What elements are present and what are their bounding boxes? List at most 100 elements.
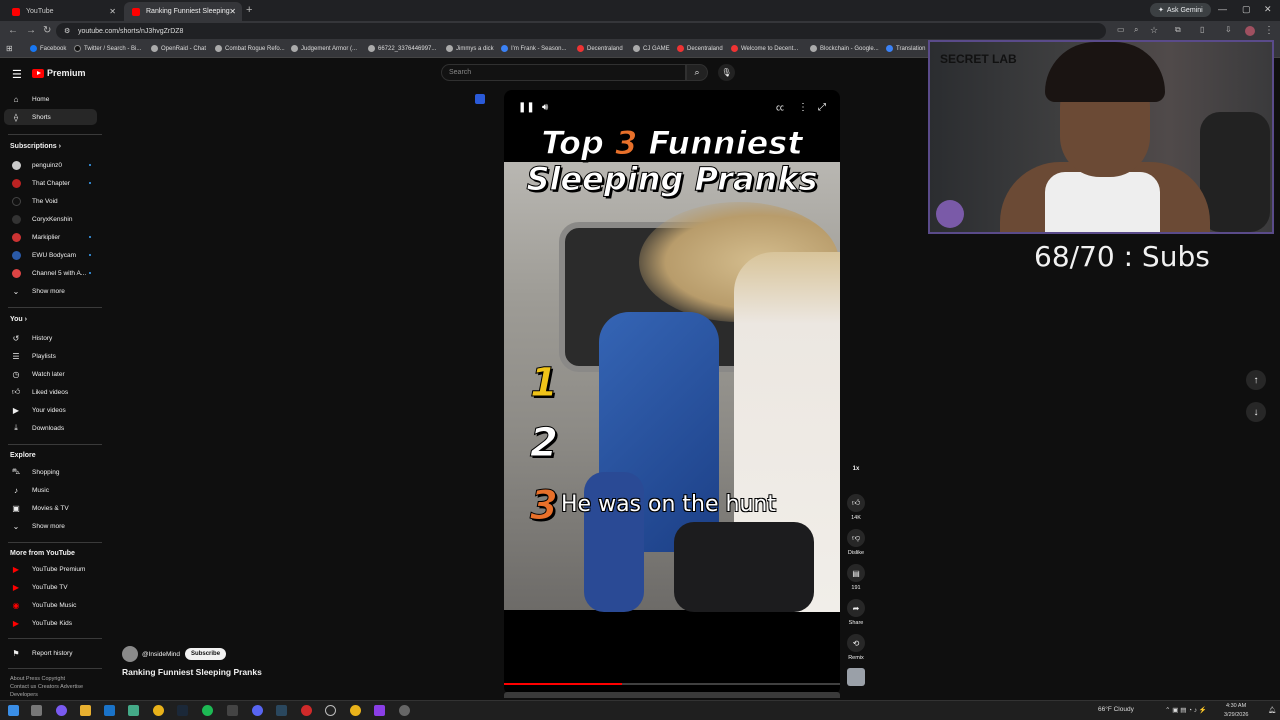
bookmark-item[interactable]: Combat Rogue Refo... [215, 45, 285, 52]
sidebar-item-subscription[interactable]: Markiplier [4, 229, 97, 245]
sidebar-item-shopping[interactable]: ⛍ Shopping [4, 464, 97, 480]
bookmark-item[interactable]: Decentraland [577, 45, 623, 52]
sidebar-item-your-videos[interactable]: ▶ Your videos [4, 402, 97, 418]
back-icon[interactable]: ← [8, 25, 18, 36]
app-grid-icon[interactable] [374, 705, 385, 716]
sidebar-icon[interactable]: ▯ [1200, 25, 1204, 34]
minimize-icon[interactable]: — [1218, 4, 1227, 14]
bookmark-item[interactable]: Jimmys a dick [446, 45, 494, 52]
sidebar-item-youtube-kids[interactable]: ▶ YouTube Kids [4, 615, 97, 631]
bookmark-item[interactable]: OpenRaid - Chat [151, 45, 206, 52]
next-short-button[interactable]: ↓ [1246, 402, 1266, 422]
subscribe-button[interactable]: Subscribe [185, 648, 227, 660]
store-icon[interactable] [128, 705, 139, 716]
sidebar-item-subscription[interactable]: EWU Bodycam [4, 247, 97, 263]
captions-icon[interactable]: ㏄ [776, 102, 784, 113]
sidebar-item-subscription[interactable]: That Chapter [4, 175, 97, 191]
sidebar-item-subscription[interactable]: The Void [4, 193, 97, 209]
sidebar-item-music[interactable]: ♪ Music [4, 482, 97, 498]
copilot-icon[interactable] [56, 705, 67, 716]
video-progress-bar[interactable] [504, 683, 840, 685]
subscriptions-heading[interactable]: Subscriptions › [10, 143, 61, 150]
sidebar-item-youtube-music[interactable]: ◉ YouTube Music [4, 597, 97, 613]
sidebar-item-downloads[interactable]: ⤓ Downloads [4, 420, 97, 436]
settings-icon[interactable] [399, 705, 410, 716]
sidebar-item-liked-videos[interactable]: 👍︎ Liked videos [4, 384, 97, 400]
chrome-active-icon[interactable] [350, 705, 361, 716]
volume-icon[interactable]: 🔊︎ [542, 102, 548, 113]
close-window-icon[interactable]: ✕ [1264, 4, 1272, 15]
bookmark-item[interactable]: Facebook [30, 45, 66, 52]
youtube-premium-logo[interactable]: Premium [32, 68, 86, 78]
cast-icon[interactable]: ▭ [1117, 25, 1125, 34]
site-info-icon[interactable]: ⚙ [64, 27, 70, 35]
downloads-icon[interactable]: ⇩ [1225, 25, 1232, 34]
close-tab-icon[interactable]: ✕ [109, 7, 116, 16]
clock-date[interactable]: 3/29/2026 [1224, 712, 1248, 718]
voice-search-button[interactable]: 🎙︎ [718, 64, 735, 81]
sidebar-item-shorts[interactable]: ⟠ Shorts [4, 109, 97, 125]
sidebar-item-youtube-tv[interactable]: ▶ YouTube TV [4, 579, 97, 595]
bookmark-item[interactable]: Blockchain - Google... [810, 45, 879, 52]
close-tab-icon[interactable]: ✕ [229, 7, 236, 16]
sound-thumbnail[interactable] [847, 668, 865, 686]
sidebar-item-report-history[interactable]: ⚑ Report history [4, 645, 97, 661]
more-options-icon[interactable]: ⋮ [798, 102, 808, 113]
search-button[interactable]: ⌕ [686, 64, 708, 81]
chrome-icon[interactable] [153, 705, 164, 716]
translate-extension-icon[interactable] [475, 94, 485, 104]
steam-icon[interactable] [177, 705, 188, 716]
notification-icon[interactable]: 🔔︎ [1268, 706, 1276, 714]
search-input[interactable]: Search [441, 64, 686, 81]
app-icon[interactable] [227, 705, 238, 716]
apps-icon[interactable]: ⊞ [6, 44, 13, 53]
windows-start-icon[interactable] [8, 705, 19, 716]
tab-short[interactable]: Ranking Funniest Sleeping ✕ [124, 2, 242, 21]
sidebar-item-movies[interactable]: ▣ Movies & TV [4, 500, 97, 516]
sidebar-item-subscription[interactable]: CoryxKenshin [4, 211, 97, 227]
ask-gemini-button[interactable]: ✦ Ask Gemini [1150, 3, 1211, 17]
file-explorer-icon[interactable] [80, 705, 91, 716]
shorts-video-player[interactable]: Top 3 Funniest Sleeping Pranks 1 2 3 He … [504, 90, 840, 695]
sidebar-item-home[interactable]: ⌂ Home [4, 91, 97, 107]
weather-widget[interactable]: 66°F Cloudy [1098, 706, 1134, 713]
sidebar-item-playlists[interactable]: ☰ Playlists [4, 348, 97, 364]
bookmark-item[interactable]: Welcome to Decent... [731, 45, 798, 52]
obs-icon[interactable] [301, 705, 312, 716]
steam-icon-2[interactable] [276, 705, 287, 716]
sidebar-item-watch-later[interactable]: ◷ Watch later [4, 366, 97, 382]
url-input[interactable]: ⚙ youtube.com/shorts/nJ3hvgZrDZ8 [56, 23, 1106, 39]
channel-name[interactable]: @InsideMind [142, 651, 180, 658]
profile-avatar[interactable] [1245, 26, 1255, 36]
dislike-button[interactable]: 👎︎ Dislike [845, 529, 867, 556]
remix-button[interactable]: ⟲ Remix [845, 634, 867, 661]
bookmark-item[interactable]: Judgement Armor (... [291, 45, 357, 52]
tray-icons[interactable]: ⌃ ▣ ▤ ◔ ♪ ⚡ [1165, 706, 1207, 714]
new-tab-button[interactable]: + [246, 4, 252, 16]
extensions-icon[interactable]: ⧉ [1175, 25, 1181, 35]
obs-studio-icon[interactable] [325, 705, 336, 716]
pause-icon[interactable]: ❚❚ [518, 102, 535, 113]
reload-icon[interactable]: ↻ [43, 25, 51, 36]
tab-youtube[interactable]: YouTube ✕ [4, 2, 122, 21]
outlook-icon[interactable] [104, 705, 115, 716]
you-heading[interactable]: You › [10, 316, 27, 323]
fullscreen-icon[interactable]: ⤢ [818, 102, 826, 113]
footer-links[interactable]: Contact us Creators Advertise [10, 684, 83, 690]
bookmark-item[interactable]: CJ GAME [633, 45, 670, 52]
channel-avatar[interactable] [122, 646, 138, 662]
zoom-icon[interactable]: ⌕ [1134, 25, 1138, 35]
sidebar-item-youtube-premium[interactable]: ▶ YouTube Premium [4, 561, 97, 577]
hamburger-menu-icon[interactable]: ☰ [12, 68, 22, 81]
sidebar-item-history[interactable]: ↺ History [4, 330, 97, 346]
footer-links[interactable]: Developers [10, 692, 38, 698]
playback-speed-button[interactable]: 1x [845, 466, 867, 472]
bookmark-item[interactable]: Twitter / Search - Bi... [74, 45, 141, 52]
previous-short-button[interactable]: ↑ [1246, 370, 1266, 390]
show-more-button[interactable]: ⌄ Show more [4, 283, 97, 299]
bookmark-star-icon[interactable]: ☆ [1150, 25, 1158, 36]
maximize-icon[interactable]: ▢ [1242, 4, 1251, 15]
menu-icon[interactable]: ⋮ [1264, 25, 1274, 36]
bookmark-item[interactable]: Translation [886, 45, 925, 52]
task-view-icon[interactable] [31, 705, 42, 716]
